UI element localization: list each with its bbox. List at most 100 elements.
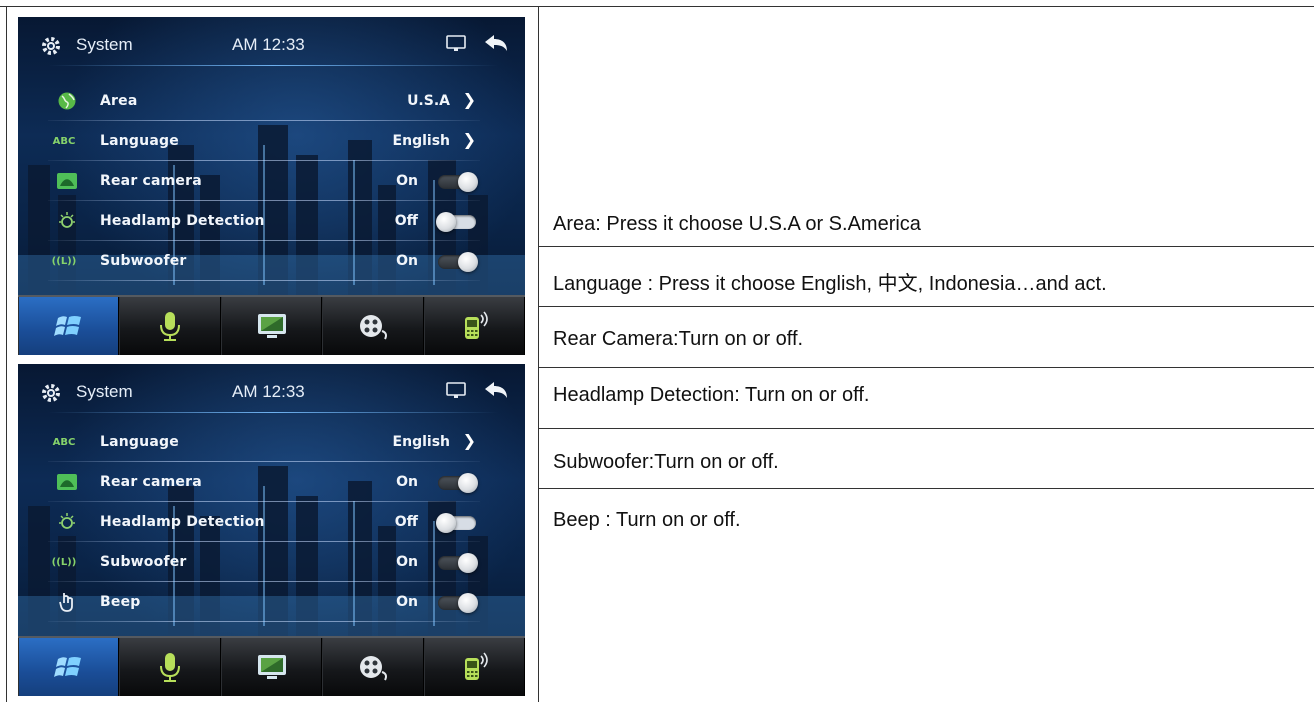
table-top-border	[0, 6, 1314, 7]
home-icon	[53, 657, 81, 677]
row-value: English	[392, 434, 450, 450]
menu-row-rear-camera[interactable]: Rear camera On	[48, 161, 480, 201]
menu-row-subwoofer[interactable]: ((L)) Subwoofer On	[48, 241, 480, 281]
description-text: Subwoofer:Turn on or off.	[553, 451, 779, 473]
subwoofer-icon: ((L))	[51, 556, 77, 568]
subwoofer-toggle[interactable]	[438, 252, 478, 272]
abc-icon: ABC	[52, 436, 76, 448]
monitor-icon[interactable]	[446, 382, 466, 400]
beep-icon	[56, 591, 78, 613]
menu-row-language[interactable]: ABC Language English ❯	[48, 422, 480, 462]
headlamp-detection-toggle[interactable]	[436, 513, 476, 533]
row-value: On	[396, 554, 418, 570]
toggle-knob	[458, 473, 478, 493]
rear-camera-toggle[interactable]	[438, 172, 478, 192]
headlamp-icon	[56, 511, 78, 533]
menu-row-language[interactable]: ABC Language English ❯	[48, 121, 480, 161]
description-text: Headlamp Detection: Turn on or off.	[553, 384, 870, 406]
beep-toggle[interactable]	[438, 593, 478, 613]
abc-icon: ABC	[52, 135, 76, 147]
clock: AM 12:33	[232, 382, 305, 401]
row-label: Language	[100, 434, 179, 450]
row-value: On	[396, 173, 418, 189]
system-screen-1: System AM 12:33 Area U.S.A ❯ ABC Languag…	[18, 17, 525, 355]
phone-icon	[465, 652, 489, 680]
row-value: Off	[394, 213, 418, 229]
description-row-language: Language : Press it choose English, 中文, …	[539, 247, 1314, 306]
subwoofer-icon: ((L))	[51, 255, 77, 267]
menu-row-rear-camera[interactable]: Rear camera On	[48, 462, 480, 502]
dock-phone-button[interactable]	[423, 638, 525, 696]
row-value: English	[392, 133, 450, 149]
status-bar: System AM 12:33	[18, 364, 525, 418]
back-arrow-icon[interactable]	[483, 33, 509, 53]
dock-home-button[interactable]	[18, 297, 120, 355]
description-text: Rear Camera:Turn on or off.	[553, 328, 804, 350]
menu-row-headlamp-detection[interactable]: Headlamp Detection Off	[48, 201, 480, 241]
headlamp-detection-toggle[interactable]	[436, 212, 476, 232]
media-icon	[359, 656, 387, 681]
gear-icon[interactable]	[40, 382, 62, 404]
toggle-knob	[458, 252, 478, 272]
microphone-icon	[160, 653, 181, 682]
row-value: On	[396, 253, 418, 269]
toggle-knob	[436, 212, 456, 232]
menu-row-subwoofer[interactable]: ((L)) Subwoofer On	[48, 542, 480, 582]
chevron-right-icon[interactable]: ❯	[463, 130, 476, 149]
chevron-right-icon[interactable]: ❯	[463, 90, 476, 109]
screen-title: System	[76, 382, 133, 401]
system-screen-2: System AM 12:33 ABC Language English ❯ R…	[18, 364, 525, 696]
camera-icon	[56, 471, 78, 493]
monitor-icon[interactable]	[446, 35, 466, 53]
rear-camera-toggle[interactable]	[438, 473, 478, 493]
toggle-knob	[458, 553, 478, 573]
row-label: Rear camera	[100, 173, 202, 189]
chevron-right-icon[interactable]: ❯	[463, 431, 476, 450]
status-bar: System AM 12:33	[18, 17, 525, 71]
row-value: On	[396, 474, 418, 490]
screen-title: System	[76, 35, 133, 54]
back-arrow-icon[interactable]	[483, 380, 509, 400]
row-label: Rear camera	[100, 474, 202, 490]
gear-icon[interactable]	[40, 35, 62, 57]
dock-voice-button[interactable]	[119, 638, 221, 696]
microphone-icon	[160, 312, 181, 341]
subwoofer-toggle[interactable]	[438, 553, 478, 573]
row-label: Subwoofer	[100, 253, 187, 269]
dock-media-button[interactable]	[322, 297, 424, 355]
bottom-dock	[18, 636, 525, 696]
home-icon	[53, 316, 81, 336]
menu-row-area[interactable]: Area U.S.A ❯	[48, 81, 480, 121]
globe-icon	[56, 90, 78, 112]
bottom-dock	[18, 295, 525, 355]
row-label: Subwoofer	[100, 554, 187, 570]
dock-display-button[interactable]	[220, 297, 323, 355]
monitor-icon	[257, 655, 286, 679]
status-divider	[48, 65, 498, 66]
row-label: Headlamp Detection	[100, 514, 265, 530]
clock: AM 12:33	[232, 35, 305, 54]
row-label: Language	[100, 133, 179, 149]
headlamp-icon	[56, 210, 78, 232]
monitor-icon	[257, 314, 286, 338]
description-text: Beep : Turn on or off.	[553, 509, 741, 531]
phone-icon	[465, 311, 489, 339]
menu-row-headlamp-detection[interactable]: Headlamp Detection Off	[48, 502, 480, 542]
dock-voice-button[interactable]	[119, 297, 221, 355]
menu-row-beep[interactable]: Beep On	[48, 582, 480, 622]
row-label: Area	[100, 93, 138, 109]
dock-phone-button[interactable]	[423, 297, 525, 355]
description-row-headlamp: Headlamp Detection: Turn on or off.	[539, 368, 1314, 428]
status-divider	[48, 412, 498, 413]
toggle-knob	[458, 172, 478, 192]
description-text: Area: Press it choose U.S.A or S.America	[553, 213, 921, 235]
toggle-knob	[458, 593, 478, 613]
dock-display-button[interactable]	[220, 638, 323, 696]
row-value: On	[396, 594, 418, 610]
dock-media-button[interactable]	[322, 638, 424, 696]
toggle-knob	[436, 513, 456, 533]
dock-home-button[interactable]	[18, 638, 120, 696]
row-value: U.S.A	[407, 93, 450, 109]
camera-icon	[56, 170, 78, 192]
description-row-subwoofer: Subwoofer:Turn on or off.	[539, 429, 1314, 488]
